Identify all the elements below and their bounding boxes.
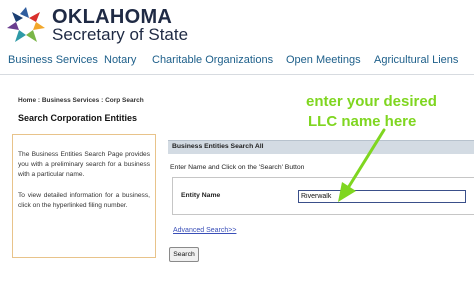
annotation-line-1: enter your desired xyxy=(306,93,437,110)
org-subtitle: Secretary of State xyxy=(52,25,189,44)
info-paragraph-1: The Business Entities Search Page provid… xyxy=(18,151,150,178)
page-title: Search Corporation Entities xyxy=(18,113,138,123)
nav-item-charitable-organizations[interactable]: Charitable Organizations xyxy=(152,54,273,66)
search-button[interactable]: Search xyxy=(169,247,199,262)
oklahoma-star-logo-icon[interactable] xyxy=(6,6,46,46)
info-box: The Business Entities Search Page provid… xyxy=(12,134,156,258)
search-instruction: Enter Name and Click on the 'Search' But… xyxy=(170,164,305,171)
info-paragraph-2: To view detailed information for a busin… xyxy=(18,192,150,209)
annotation-line-2: LLC name here xyxy=(308,113,417,130)
nav-item-open-meetings[interactable]: Open Meetings xyxy=(286,54,361,66)
panel-title: Business Entities Search All xyxy=(172,143,264,150)
top-navigation: Business Services Notary Charitable Orga… xyxy=(0,48,474,75)
entity-name-label: Entity Name xyxy=(181,192,221,199)
nav-item-business-services[interactable]: Business Services xyxy=(8,54,98,66)
search-panel: Business Entities Search All Enter Name … xyxy=(168,140,474,286)
entity-name-row: Entity Name xyxy=(172,177,474,215)
nav-item-notary[interactable]: Notary xyxy=(104,54,136,66)
advanced-search-link[interactable]: Advanced Search>> xyxy=(173,227,236,234)
org-name: OKLAHOMA xyxy=(52,6,173,28)
site-header: OKLAHOMA Secretary of State xyxy=(0,0,474,48)
nav-item-agricultural-liens[interactable]: Agricultural Liens xyxy=(374,54,458,66)
annotation-text: enter your desired LLC name here xyxy=(306,92,437,132)
entity-name-input[interactable] xyxy=(298,190,466,203)
breadcrumb[interactable]: Home : Business Services : Corp Search xyxy=(18,97,144,104)
panel-header: Business Entities Search All xyxy=(168,140,474,154)
